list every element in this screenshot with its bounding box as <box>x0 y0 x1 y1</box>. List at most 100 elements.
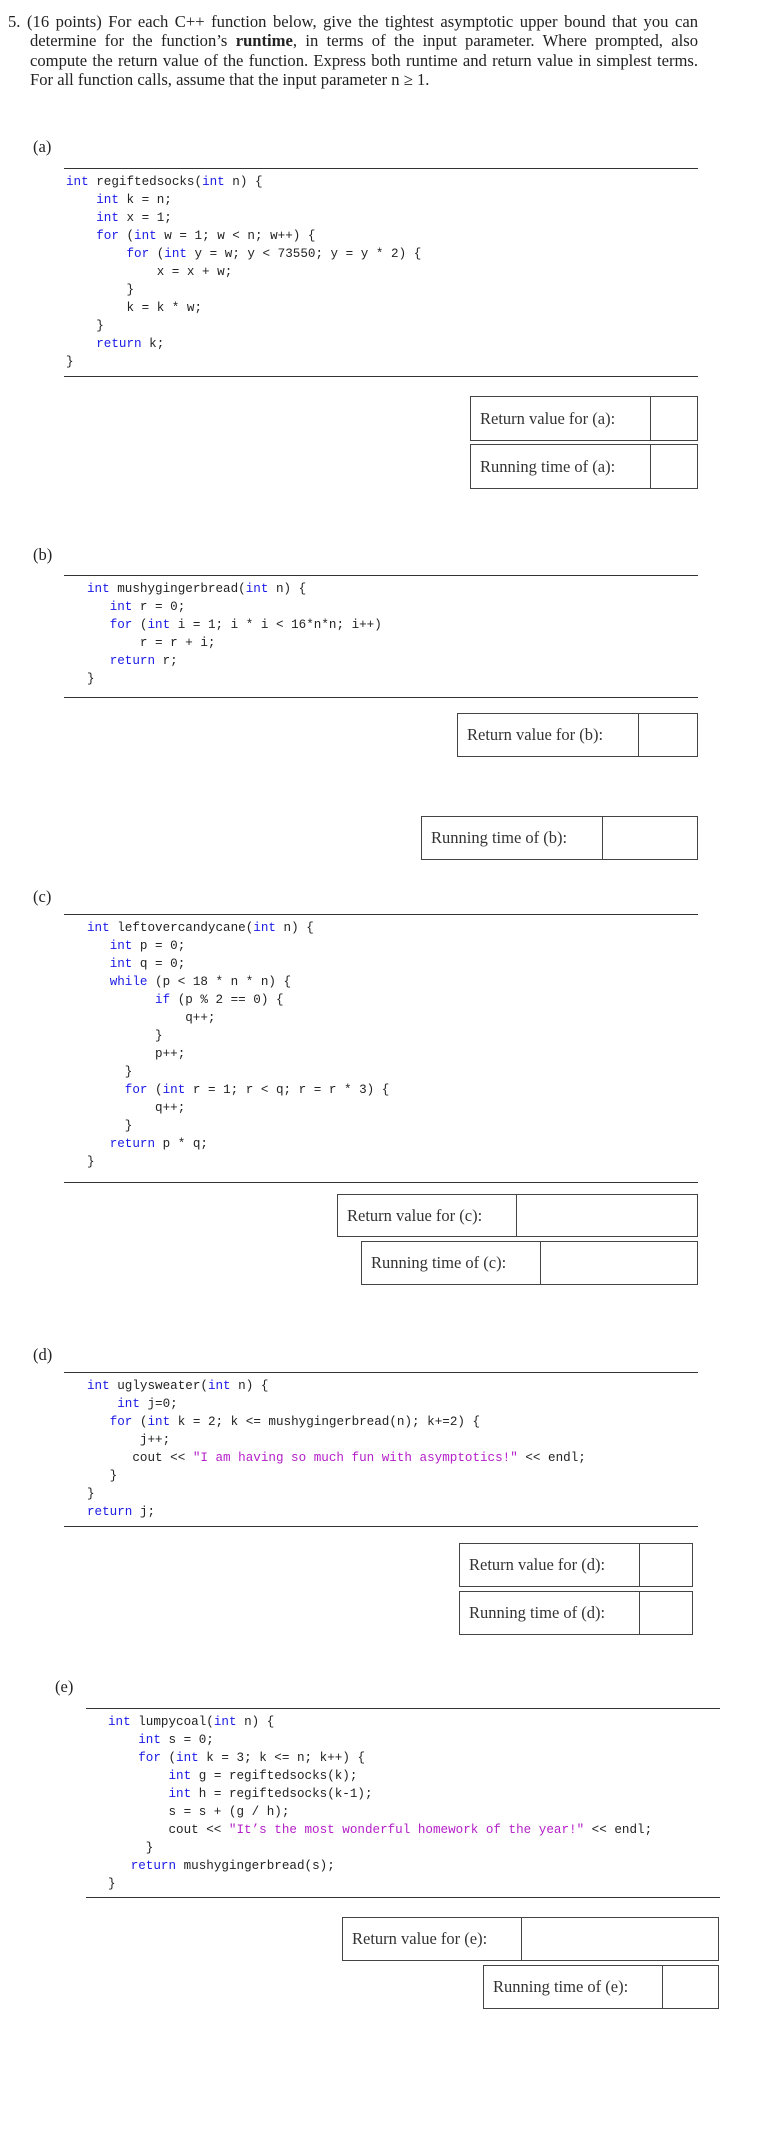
part-d-runtime-label: Running time of (d): <box>460 1592 640 1634</box>
code-text: j=0; <box>139 1397 178 1411</box>
part-d-runtime-answer[interactable] <box>640 1592 692 1634</box>
part-c-return-box: Return value for (c): <box>337 1194 698 1237</box>
part-a-runtime-box: Running time of (a): <box>470 444 698 489</box>
part-d-label: (d) <box>33 1345 53 1364</box>
code-keyword: for <box>124 1083 148 1097</box>
code-text: r = 0; <box>132 600 186 614</box>
code-line: for (int w = 1; w < n; w++) { <box>66 227 421 245</box>
code-keyword: int <box>147 1415 171 1429</box>
code-line: } <box>87 1485 586 1503</box>
code-text: ( <box>132 1415 148 1429</box>
code-text: } <box>66 283 135 297</box>
code-string: "It’s the most wonderful homework of the… <box>228 1823 585 1837</box>
part-c-label: (c) <box>33 887 52 906</box>
code-text: k = n; <box>118 193 172 207</box>
part-b-runtime-label: Running time of (b): <box>422 817 603 859</box>
code-text: j++; <box>87 1433 171 1447</box>
code-text: } <box>87 1065 133 1079</box>
code-line: int r = 0; <box>87 598 382 616</box>
code-line: for (int k = 2; k <= mushygingerbread(n)… <box>87 1413 586 1431</box>
code-text: (p < 18 * n * n) { <box>147 975 292 989</box>
part-b-return-answer[interactable] <box>639 714 697 756</box>
part-c-return-answer[interactable] <box>517 1195 697 1236</box>
part-e-top-rule <box>86 1708 720 1709</box>
code-text: } <box>87 1487 95 1501</box>
part-e-bottom-rule <box>86 1897 720 1898</box>
code-line: return j; <box>87 1503 586 1521</box>
part-e-code: int lumpycoal(int n) { int s = 0; for (i… <box>108 1713 652 1893</box>
code-text: ( <box>132 618 148 632</box>
code-keyword: int <box>87 582 110 596</box>
code-keyword: int <box>138 1733 161 1747</box>
code-keyword: for <box>109 1415 133 1429</box>
code-line: q++; <box>87 1009 389 1027</box>
code-line: int g = regiftedsocks(k); <box>108 1767 652 1785</box>
part-c-return-label: Return value for (c): <box>338 1195 517 1236</box>
code-line: int regiftedsocks(int n) { <box>66 173 421 191</box>
code-keyword: int <box>109 957 133 971</box>
part-a-return-answer[interactable] <box>651 397 697 440</box>
code-text: r = 1; r < q; r = r * 3) { <box>185 1083 390 1097</box>
code-keyword: int <box>162 1083 186 1097</box>
code-line: p++; <box>87 1045 389 1063</box>
part-e-runtime-answer[interactable] <box>663 1966 718 2008</box>
code-line: } <box>87 1153 389 1171</box>
code-keyword: int <box>207 1379 231 1393</box>
part-d-return-label: Return value for (d): <box>460 1544 640 1586</box>
code-line: int uglysweater(int n) { <box>87 1377 586 1395</box>
code-line: } <box>87 670 382 688</box>
code-line: r = r + i; <box>87 634 382 652</box>
code-line: } <box>87 1063 389 1081</box>
code-text: } <box>66 355 74 369</box>
code-text: r; <box>155 654 178 668</box>
part-d-return-box: Return value for (d): <box>459 1543 693 1587</box>
code-text: } <box>87 1119 133 1133</box>
part-e-runtime-box: Running time of (e): <box>483 1965 719 2009</box>
code-text: n) { <box>275 921 314 935</box>
code-line: x = x + w; <box>66 263 421 281</box>
code-keyword: return <box>87 1505 133 1519</box>
code-text: i = 1; i * i < 16*n*n; i++) <box>170 618 382 632</box>
code-line: return r; <box>87 652 382 670</box>
code-text: p++; <box>87 1047 186 1061</box>
code-keyword: int <box>213 1715 237 1729</box>
code-line: return mushygingerbread(s); <box>108 1857 652 1875</box>
code-keyword: int <box>66 175 89 189</box>
code-text: g = regiftedsocks(k); <box>191 1769 358 1783</box>
code-keyword: int <box>176 1751 199 1765</box>
code-line: cout << "I am having so much fun with as… <box>87 1449 585 1467</box>
code-line: k = k * w; <box>66 299 421 317</box>
code-line: while (p < 18 * n * n) { <box>87 973 389 991</box>
part-e-return-answer[interactable] <box>522 1918 718 1960</box>
part-b-runtime-answer[interactable] <box>603 817 697 859</box>
part-d-return-answer[interactable] <box>640 1544 692 1586</box>
part-b-code: int mushygingerbread(int n) { int r = 0;… <box>87 580 382 688</box>
code-keyword: int <box>109 600 133 614</box>
question-bold-runtime: runtime <box>235 31 293 51</box>
code-keyword: int <box>96 193 119 207</box>
code-line: } <box>108 1875 652 1893</box>
part-c-bottom-rule <box>64 1182 698 1183</box>
code-line: } <box>66 353 421 371</box>
part-a-runtime-answer[interactable] <box>651 445 697 488</box>
question-number: 5. <box>8 12 21 31</box>
code-line: } <box>66 317 421 335</box>
code-keyword: int <box>96 211 119 225</box>
part-c-runtime-answer[interactable] <box>541 1242 697 1284</box>
part-b-return-box: Return value for (b): <box>457 713 698 757</box>
code-text: uglysweater( <box>109 1379 208 1393</box>
code-text: } <box>108 1877 116 1891</box>
part-c-runtime-label: Running time of (c): <box>362 1242 541 1284</box>
part-a-return-box: Return value for (a): <box>470 396 698 441</box>
code-text: s = 0; <box>160 1733 214 1747</box>
code-text: n) { <box>268 582 307 596</box>
